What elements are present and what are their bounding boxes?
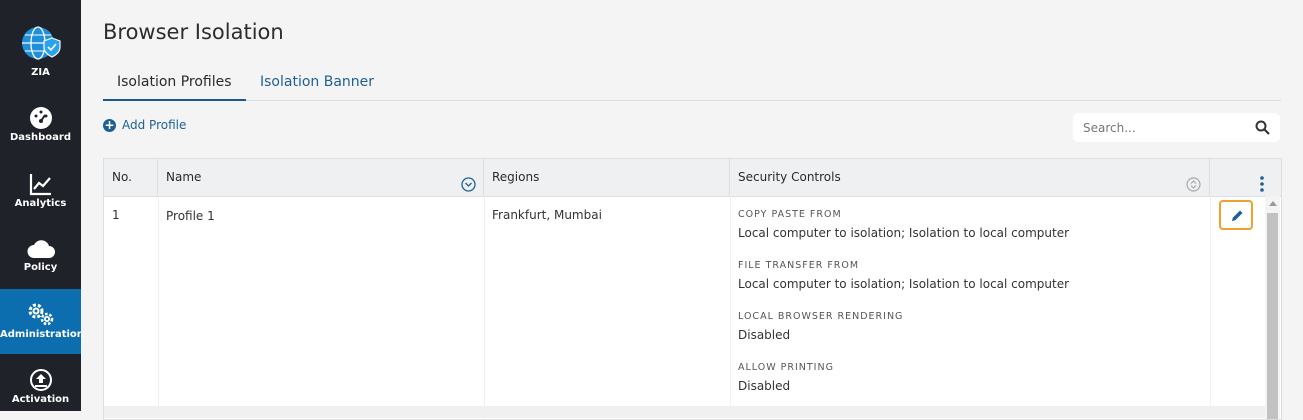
security-control-item: COPY PASTE FROM Local computer to isolat… [738, 209, 1069, 240]
table-scrollbar[interactable] [1265, 196, 1280, 419]
globe-shield-icon [0, 25, 81, 65]
cloud-icon [0, 238, 81, 260]
sort-descending-icon[interactable] [461, 170, 476, 207]
table-header: No. Name Regions Security Controls [104, 159, 1281, 197]
column-header-name-label: Name [166, 170, 202, 184]
nav-label: Dashboard [10, 132, 71, 143]
scroll-thumb[interactable] [1267, 213, 1278, 419]
profiles-table: No. Name Regions Security Controls 1 Pro… [103, 158, 1282, 420]
search-icon[interactable] [1255, 120, 1270, 139]
gears-icon [0, 301, 81, 327]
pencil-icon [1230, 208, 1244, 227]
column-header-no: No. [104, 159, 158, 196]
tab-isolation-profiles[interactable]: Isolation Profiles [103, 72, 246, 101]
security-control-value: Local computer to isolation; Isolation t… [738, 277, 1070, 291]
plus-circle-icon: + [103, 117, 116, 132]
table-row [104, 406, 1265, 418]
column-header-name[interactable]: Name [158, 159, 484, 196]
security-control-item: ALLOW PRINTING Disabled [738, 362, 834, 393]
nav-item-activation[interactable]: Activation [0, 368, 81, 405]
security-control-item: LOCAL BROWSER RENDERING Disabled [738, 311, 903, 342]
search-input[interactable] [1081, 120, 1245, 136]
nav-item-administration[interactable]: Administration [0, 289, 84, 354]
sort-toggle-icon[interactable] [1186, 170, 1201, 207]
search-box [1073, 113, 1280, 142]
nav-label: Analytics [14, 198, 67, 209]
security-control-label: ALLOW PRINTING [738, 362, 834, 373]
nav-item-zia[interactable]: ZIA [0, 25, 81, 78]
nav-label: Administration [0, 329, 84, 340]
row-number: 1 [112, 208, 120, 222]
page-title: Browser Isolation [103, 20, 284, 44]
edit-profile-button[interactable] [1219, 200, 1253, 230]
column-header-security-controls[interactable]: Security Controls [730, 159, 1210, 196]
security-control-value: Disabled [738, 328, 791, 342]
tab-bar: Isolation Profiles Isolation Banner [103, 70, 1281, 101]
nav-label: Policy [23, 262, 58, 273]
profile-name: Profile 1 [166, 209, 215, 223]
dashboard-gauge-icon [0, 106, 81, 130]
security-control-label: LOCAL BROWSER RENDERING [738, 311, 904, 322]
profile-regions: Frankfurt, Mumbai [492, 208, 602, 222]
activation-upload-icon [0, 368, 81, 392]
tab-isolation-banner[interactable]: Isolation Banner [246, 72, 388, 99]
nav-item-analytics[interactable]: Analytics [0, 172, 81, 209]
nav-item-policy[interactable]: Policy [0, 238, 81, 273]
security-control-value: Disabled [738, 379, 791, 393]
main-content: Browser Isolation Isolation Profiles Iso… [81, 0, 1303, 420]
security-control-label: COPY PASTE FROM [738, 209, 842, 220]
column-header-regions: Regions [484, 159, 730, 196]
sidebar: ZIA Dashboard Analytics Policy Administr… [0, 0, 84, 411]
security-control-item: FILE TRANSFER FROM Local computer to iso… [738, 260, 1069, 291]
security-control-value: Local computer to isolation; Isolation t… [738, 226, 1070, 240]
security-control-label: FILE TRANSFER FROM [738, 260, 860, 271]
add-profile-label: Add Profile [122, 118, 187, 132]
nav-item-dashboard[interactable]: Dashboard [0, 106, 81, 143]
nav-label: ZIA [31, 67, 50, 78]
scroll-up-icon[interactable] [1269, 201, 1277, 206]
nav-label: Activation [11, 394, 70, 405]
add-profile-button[interactable]: + Add Profile [103, 118, 186, 132]
analytics-chart-icon [0, 172, 81, 196]
column-options[interactable] [1210, 159, 1281, 196]
column-header-security-label: Security Controls [738, 170, 841, 184]
